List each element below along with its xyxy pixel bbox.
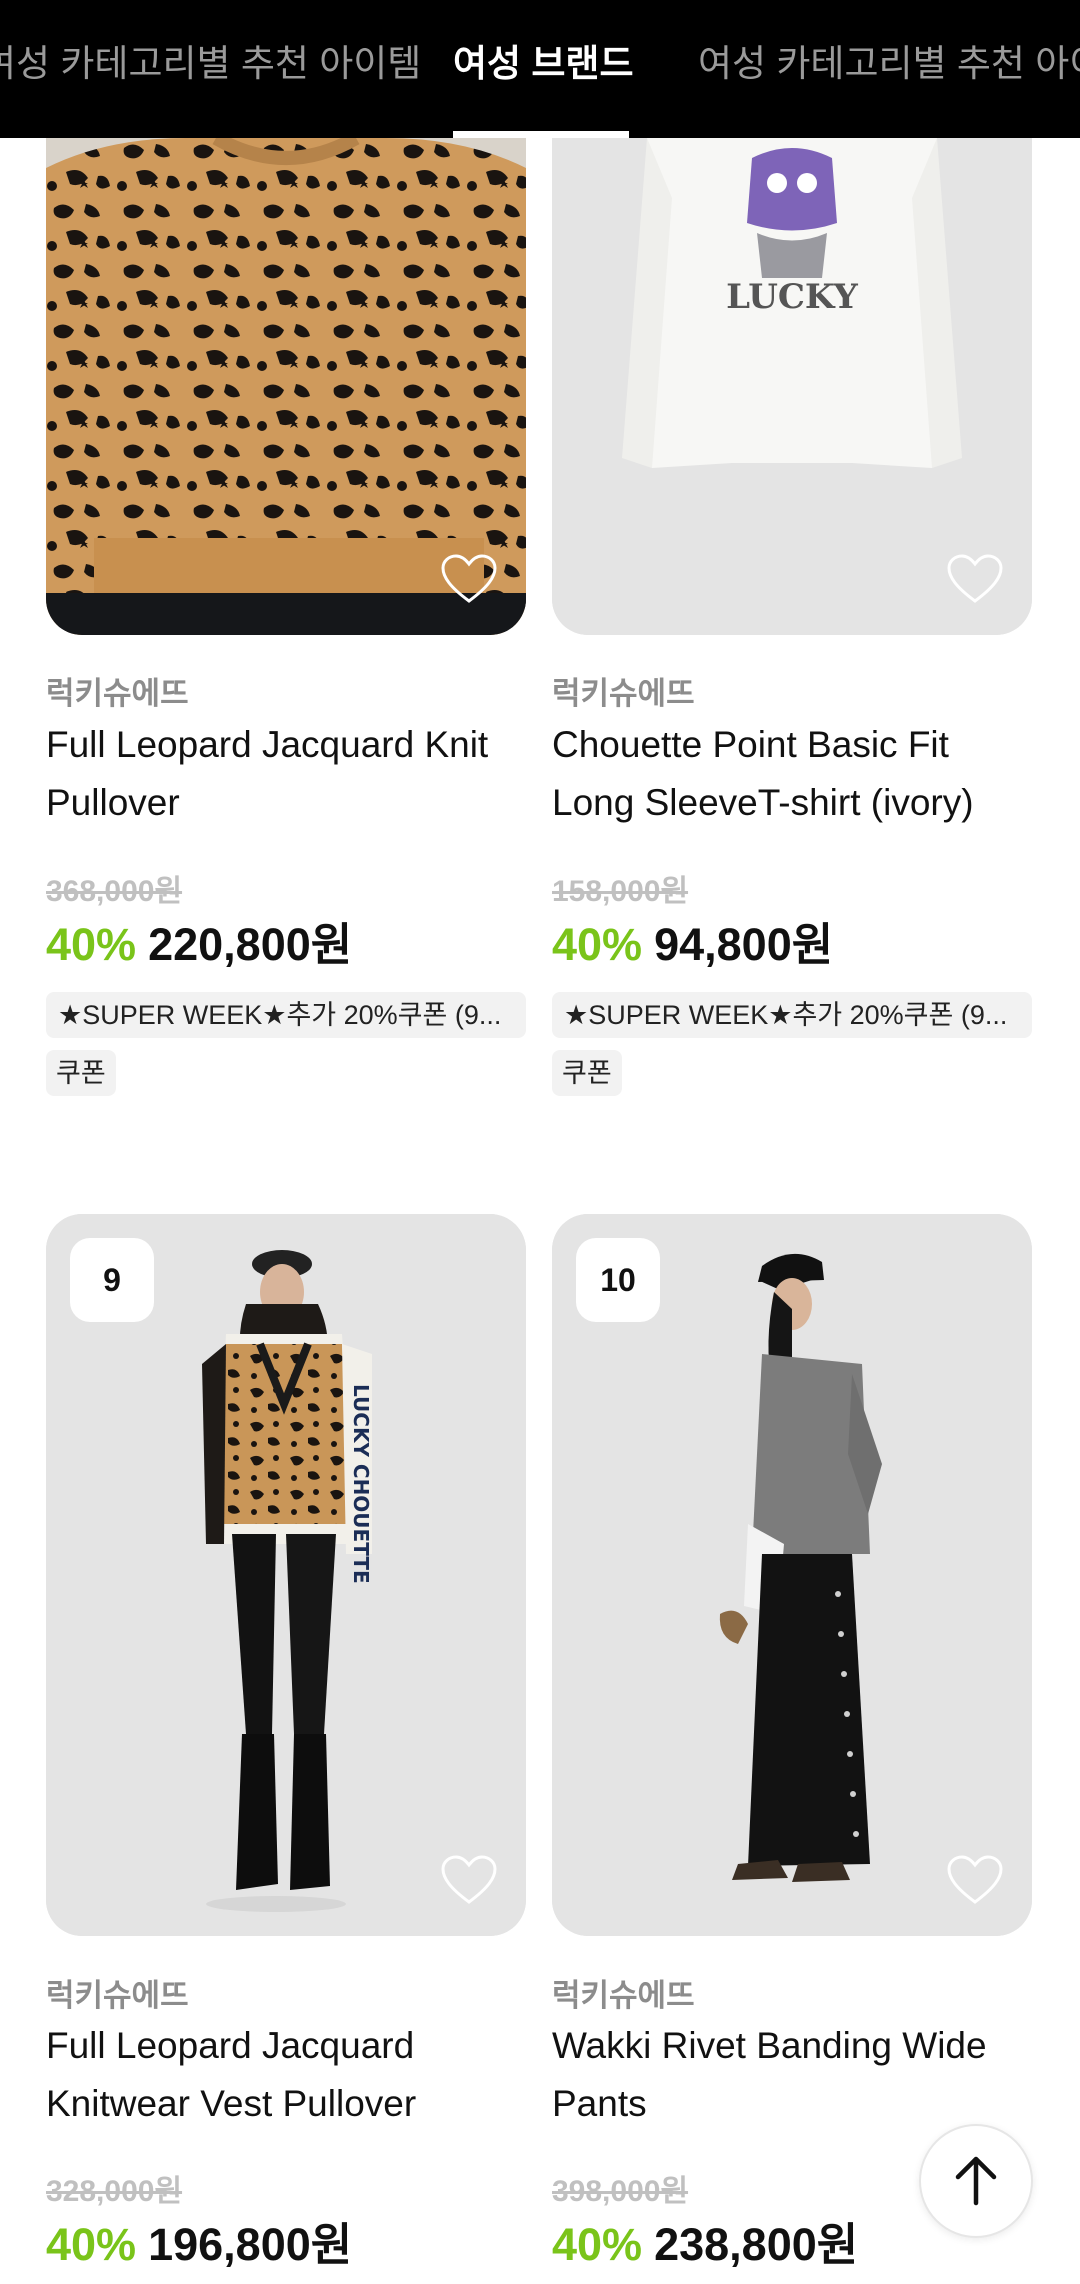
product-image[interactable] [46,138,526,635]
product-card[interactable]: 10 럭키슈에뜨 Wakki Rivet Banding Wide Pants … [552,1214,1032,2284]
heart-icon[interactable] [946,1854,1004,1906]
sleeve-print-text: LUCKY CHOUETTE [349,1384,373,1584]
sale-price: 196,800원 [148,2219,353,2270]
tab-women-brand[interactable]: 여성 브랜드 [453,38,633,90]
coupon-promo-text: ★SUPER WEEK★추가 20%쿠폰 (9... [552,992,1032,1038]
discount-rate: 40% [552,2219,643,2270]
product-card[interactable]: LUCKY 럭키슈에뜨 Chouette Point Basic Fit Lon… [552,138,1032,1118]
rank-badge: 10 [576,1238,660,1322]
vest-pullover-image: LUCKY CHOUETTE [46,1214,526,1936]
original-price: 158,000원 [552,875,689,908]
wide-pants-image [552,1214,1032,1936]
tshirt-print-text: LUCKY [726,277,858,317]
price-line: 40% 94,800원 [552,908,833,973]
product-image[interactable]: LUCKY [552,138,1032,635]
price-line: 40% 196,800원 [46,2208,352,2273]
product-name[interactable]: Wakki Rivet Banding Wide Pants [552,2017,1032,2133]
tab-women-category-items[interactable]: 여성 카테고리별 추천 아이템 [0,38,421,90]
product-name[interactable]: Full Leopard Jacquard Knitwear Vest Pull… [46,2017,526,2133]
brand-name: 럭키슈에뜨 [46,676,189,711]
tab-women-category-items-2[interactable]: 여성 카테고리별 추천 아이템 [698,38,1080,90]
product-card[interactable]: 럭키슈에뜨 Full Leopard Jacquard Knit Pullove… [46,138,526,1118]
coupon-promo-text: ★SUPER WEEK★추가 20%쿠폰 (9... [46,992,526,1038]
active-tab-indicator [453,131,629,138]
sale-price: 220,800원 [148,919,353,970]
price-line: 40% 238,800원 [552,2208,858,2273]
heart-icon[interactable] [440,1854,498,1906]
brand-name: 럭키슈에뜨 [46,1978,189,2013]
product-image[interactable]: 10 [552,1214,1032,1936]
scroll-to-top-button[interactable] [919,2124,1033,2238]
arrow-up-icon [955,2156,997,2206]
category-tab-bar: 여성 카테고리별 추천 아이템 여성 브랜드 여성 카테고리별 추천 아이템 [0,0,1080,138]
brand-name: 럭키슈에뜨 [552,676,695,711]
product-name[interactable]: Chouette Point Basic Fit Long SleeveT-sh… [552,716,1032,832]
heart-icon[interactable] [440,553,498,605]
original-price: 328,000원 [46,2175,183,2208]
discount-rate: 40% [46,919,137,970]
discount-rate: 40% [552,919,643,970]
discount-rate: 40% [46,2219,137,2270]
coupon-badge: 쿠폰 [552,1050,622,1096]
original-price: 398,000원 [552,2175,689,2208]
sale-price: 94,800원 [654,919,834,970]
sale-price: 238,800원 [654,2219,859,2270]
heart-icon[interactable] [946,553,1004,605]
coupon-badge: 쿠폰 [46,1050,116,1096]
price-line: 40% 220,800원 [46,908,352,973]
rank-badge: 9 [70,1238,154,1322]
product-card[interactable]: LUCKY CHOUETTE 9 럭키슈에뜨 Full Leopard Jacq… [46,1214,526,2284]
original-price: 368,000원 [46,875,183,908]
brand-name: 럭키슈에뜨 [552,1978,695,2013]
product-name[interactable]: Full Leopard Jacquard Knit Pullover [46,716,526,832]
product-image[interactable]: LUCKY CHOUETTE 9 [46,1214,526,1936]
